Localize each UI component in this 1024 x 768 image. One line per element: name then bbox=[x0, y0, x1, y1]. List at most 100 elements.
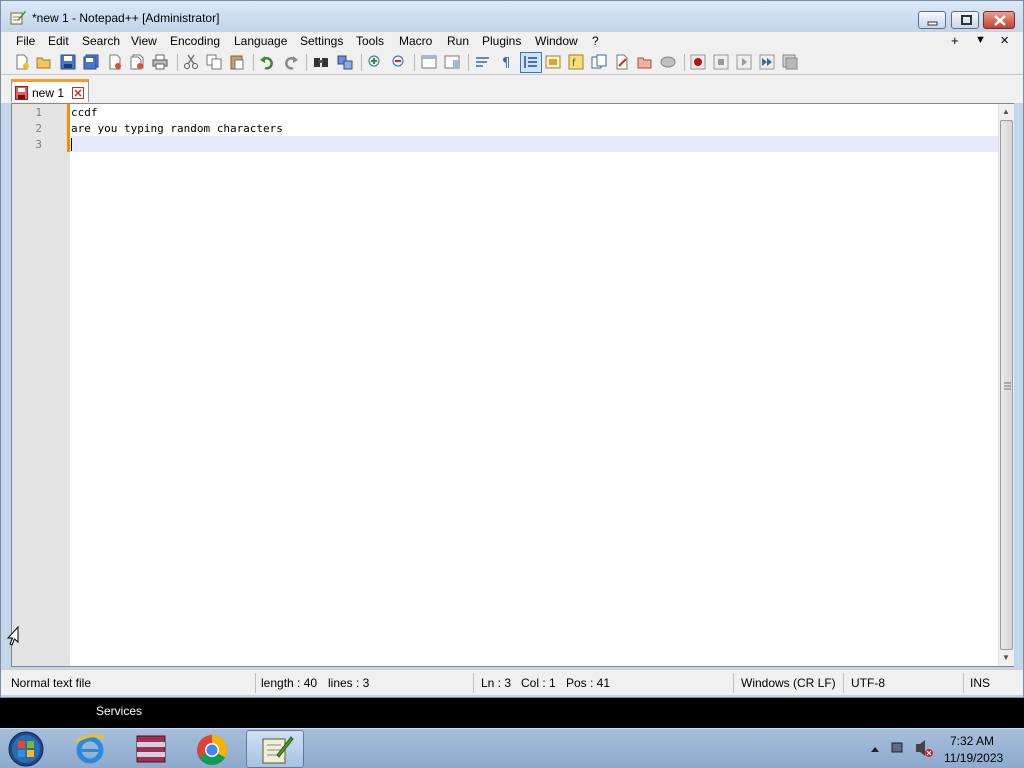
tab-list-dropdown-button[interactable]: ▼ bbox=[975, 34, 986, 46]
stop-macro-icon[interactable] bbox=[713, 54, 729, 70]
paste-icon[interactable] bbox=[229, 54, 245, 70]
window-title: *new 1 - Notepad++ [Administrator] bbox=[32, 11, 220, 25]
replace-icon[interactable] bbox=[337, 54, 353, 70]
clock-date[interactable]: 11/19/2023 bbox=[944, 751, 1003, 765]
taskbar-notepad-plus-plus[interactable] bbox=[246, 730, 304, 768]
show-all-characters-icon[interactable]: ¶ bbox=[498, 54, 514, 70]
status-line: Ln : 3 bbox=[481, 676, 512, 690]
sync-vertical-icon[interactable] bbox=[421, 54, 437, 70]
toolbar-separator bbox=[468, 54, 469, 71]
tab-label: new 1 bbox=[32, 86, 65, 100]
taskbar: 7:32 AM 11/19/2023 bbox=[0, 728, 1024, 768]
menu-window[interactable]: Window bbox=[535, 34, 578, 48]
close-window-button[interactable] bbox=[983, 11, 1015, 29]
scroll-up-arrow-icon[interactable]: ▲ bbox=[1002, 107, 1010, 116]
save-macro-preview-icon[interactable] bbox=[660, 54, 676, 70]
internet-explorer-icon bbox=[75, 734, 105, 764]
status-insert-mode[interactable]: INS bbox=[970, 676, 990, 690]
status-eol-format[interactable]: Windows (CR LF) bbox=[741, 676, 836, 690]
toolbar-separator bbox=[361, 54, 362, 71]
menu-encoding[interactable]: Encoding bbox=[170, 34, 220, 48]
menu-help[interactable]: ? bbox=[592, 34, 599, 48]
zoom-out-icon[interactable] bbox=[391, 54, 407, 70]
menu-settings[interactable]: Settings bbox=[300, 34, 343, 48]
menu-search[interactable]: Search bbox=[82, 34, 120, 48]
indent-guide-icon[interactable] bbox=[523, 54, 539, 70]
title-bar[interactable]: *new 1 - Notepad++ [Administrator] bbox=[1, 1, 1023, 33]
status-file-type: Normal text file bbox=[11, 676, 92, 690]
monitoring-icon[interactable] bbox=[614, 54, 630, 70]
sync-horizontal-icon[interactable] bbox=[444, 54, 460, 70]
network-icon bbox=[891, 742, 903, 753]
services-strip: Services bbox=[0, 698, 1024, 728]
print-icon[interactable] bbox=[152, 54, 168, 70]
status-lines: lines : 3 bbox=[328, 676, 370, 690]
tray-icons bbox=[871, 740, 933, 757]
find-icon[interactable] bbox=[313, 54, 329, 70]
code-line[interactable]: are you typing random characters bbox=[71, 122, 283, 135]
status-separator bbox=[255, 673, 256, 693]
play-macro-icon[interactable] bbox=[736, 54, 752, 70]
menu-view[interactable]: View bbox=[131, 34, 157, 48]
notepad-plus-plus-icon bbox=[262, 736, 294, 764]
doc-switcher-icon[interactable] bbox=[637, 54, 653, 70]
close-document-button[interactable]: ✕ bbox=[1000, 34, 1009, 47]
zoom-in-icon[interactable] bbox=[367, 54, 383, 70]
folder-workspace-icon[interactable] bbox=[591, 54, 607, 70]
status-encoding[interactable]: UTF-8 bbox=[851, 676, 885, 690]
save-icon[interactable] bbox=[60, 54, 76, 70]
line-number-gutter: 1 2 3 bbox=[12, 104, 70, 666]
function-list-icon[interactable]: f bbox=[568, 54, 584, 70]
taskbar-archive-manager[interactable] bbox=[123, 730, 179, 768]
menu-tools[interactable]: Tools bbox=[356, 34, 384, 48]
menu-run[interactable]: Run bbox=[447, 34, 469, 48]
minimize-button[interactable] bbox=[918, 11, 946, 29]
status-bar: Normal text file length : 40 lines : 3 L… bbox=[1, 669, 1023, 695]
chrome-icon bbox=[197, 735, 228, 766]
taskbar-internet-explorer[interactable] bbox=[62, 730, 118, 768]
close-all-icon[interactable] bbox=[129, 54, 145, 70]
services-label[interactable]: Services bbox=[96, 704, 142, 718]
new-tab-plus-button[interactable]: + bbox=[951, 33, 959, 48]
menu-language[interactable]: Language bbox=[234, 34, 287, 48]
doc-map-icon[interactable] bbox=[545, 54, 561, 70]
status-position: Pos : 41 bbox=[566, 676, 611, 690]
menu-macro[interactable]: Macro bbox=[399, 34, 432, 48]
word-wrap-icon[interactable] bbox=[475, 54, 491, 70]
save-all-icon[interactable] bbox=[83, 54, 99, 70]
toolbar: ¶ f bbox=[1, 50, 1023, 75]
redo-icon[interactable] bbox=[283, 54, 299, 70]
text-caret bbox=[71, 138, 72, 151]
record-macro-icon[interactable] bbox=[690, 54, 706, 70]
toolbar-separator bbox=[253, 54, 254, 71]
scrollbar-thumb[interactable] bbox=[1000, 120, 1013, 650]
undo-icon[interactable] bbox=[259, 54, 275, 70]
vertical-scrollbar[interactable]: ▲ ▼ bbox=[998, 104, 1014, 666]
taskbar-chrome[interactable] bbox=[184, 730, 240, 768]
svg-text:¶: ¶ bbox=[502, 56, 510, 70]
tab-new-1[interactable]: new 1 bbox=[11, 79, 89, 102]
cut-icon[interactable] bbox=[183, 54, 199, 70]
close-icon[interactable] bbox=[107, 54, 123, 70]
menu-edit[interactable]: Edit bbox=[48, 34, 69, 48]
start-orb-icon[interactable] bbox=[6, 730, 46, 768]
clock-time[interactable]: 7:32 AM bbox=[950, 734, 994, 748]
volume-muted-icon bbox=[916, 740, 925, 756]
scroll-down-arrow-icon[interactable]: ▼ bbox=[1002, 653, 1010, 662]
code-line[interactable]: ccdf bbox=[71, 106, 98, 119]
line-number: 1 bbox=[35, 106, 42, 119]
text-area[interactable]: ccdf are you typing random characters bbox=[70, 104, 998, 666]
tab-close-icon[interactable] bbox=[72, 87, 84, 99]
restore-icon bbox=[961, 15, 972, 25]
menu-file[interactable]: File bbox=[16, 34, 35, 48]
editor-pane[interactable]: 1 2 3 ccdf are you typing random charact… bbox=[11, 103, 1014, 667]
run-macro-multiple-icon[interactable] bbox=[759, 54, 775, 70]
maximize-button[interactable] bbox=[951, 11, 979, 29]
menu-plugins[interactable]: Plugins bbox=[482, 34, 521, 48]
line-number: 2 bbox=[35, 122, 42, 135]
new-file-icon[interactable] bbox=[14, 54, 30, 70]
grip-icon bbox=[1004, 382, 1011, 390]
save-macro-icon[interactable] bbox=[782, 54, 798, 70]
open-file-icon[interactable] bbox=[36, 54, 52, 70]
copy-icon[interactable] bbox=[206, 54, 222, 70]
